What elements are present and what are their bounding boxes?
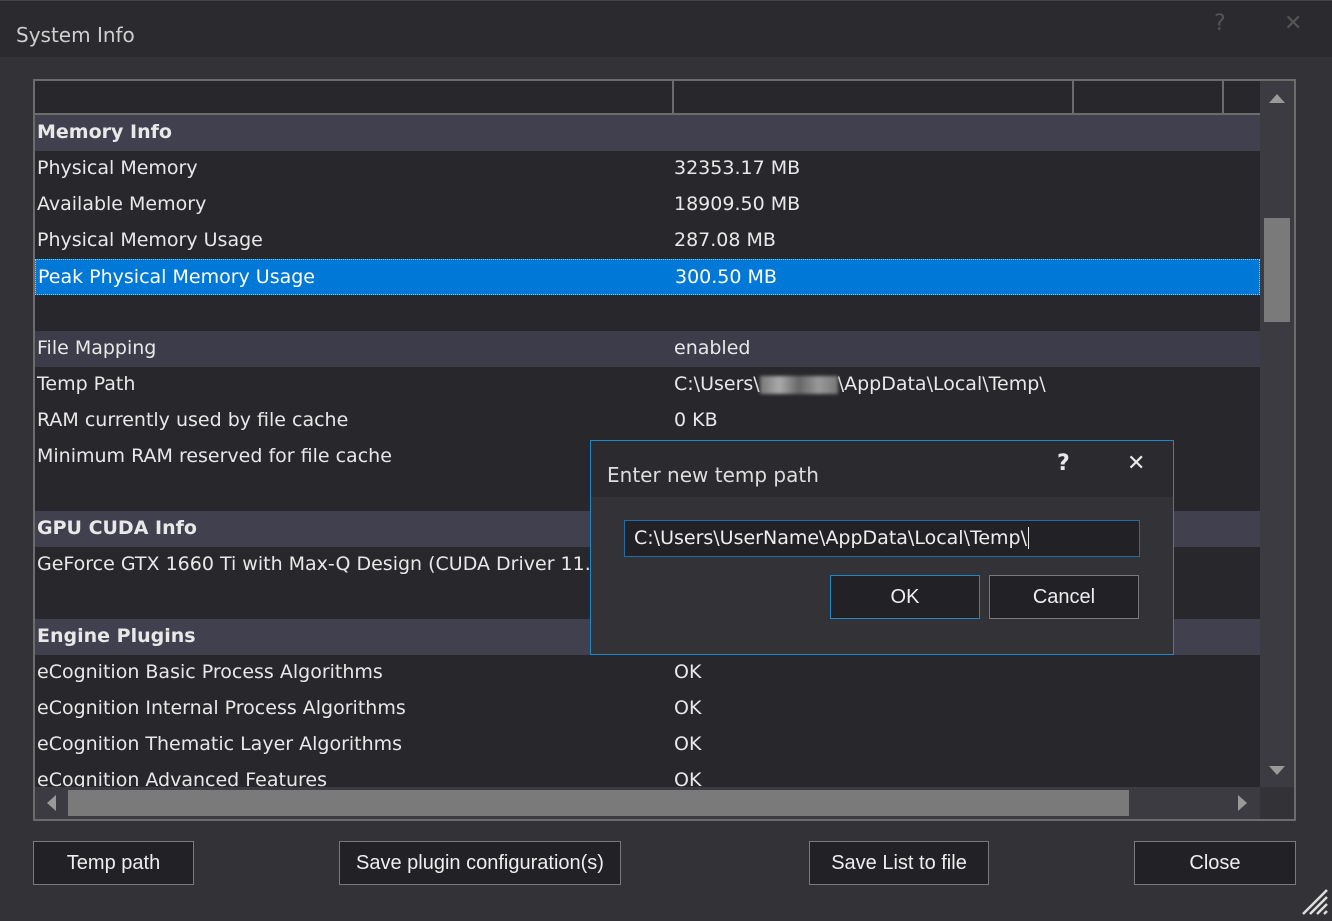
row-label: eCognition Basic Process Algorithms bbox=[37, 661, 383, 683]
temp-path-button[interactable]: Temp path bbox=[33, 841, 194, 885]
table-row[interactable]: eCognition Basic Process Algorithms OK bbox=[35, 655, 1260, 691]
row-value: 0 KB bbox=[674, 409, 718, 431]
row-label: Temp Path bbox=[37, 373, 136, 395]
horizontal-scrollbar[interactable] bbox=[35, 787, 1260, 819]
close-icon[interactable]: ✕ bbox=[1284, 11, 1302, 36]
scroll-down-icon[interactable] bbox=[1269, 766, 1285, 775]
table-row[interactable]: Physical Memory Usage 287.08 MB bbox=[35, 223, 1260, 259]
row-value: 287.08 MB bbox=[674, 229, 776, 251]
dialog-help-icon[interactable]: ? bbox=[1057, 451, 1070, 476]
vertical-scrollbar[interactable] bbox=[1260, 81, 1294, 787]
row-label: Physical Memory Usage bbox=[37, 229, 263, 251]
row-value: enabled bbox=[674, 337, 751, 359]
table-row[interactable]: eCognition Thematic Layer Algorithms OK bbox=[35, 727, 1260, 763]
save-list-to-file-button[interactable]: Save List to file bbox=[809, 841, 989, 885]
resize-grip-icon[interactable] bbox=[1300, 887, 1328, 915]
table-row[interactable]: File Mapping enabled bbox=[35, 331, 1260, 367]
temp-path-input-value: C:\Users\UserName\AppData\Local\Temp\ bbox=[634, 527, 1028, 549]
dialog-title: Enter new temp path bbox=[607, 463, 819, 487]
row-label: GeForce GTX 1660 Ti with Max-Q Design (C… bbox=[37, 553, 603, 575]
table-row[interactable]: Temp Path C:\Users\ \AppData\Local\Temp\ bbox=[35, 367, 1260, 403]
table-row[interactable]: Peak Physical Memory Usage 300.50 MB bbox=[35, 259, 1260, 295]
save-plugin-configuration-button[interactable]: Save plugin configuration(s) bbox=[339, 841, 621, 885]
row-label: Physical Memory bbox=[37, 157, 198, 179]
ok-button[interactable]: OK bbox=[830, 575, 980, 619]
scroll-right-icon[interactable] bbox=[1238, 795, 1247, 811]
row-value: OK bbox=[674, 733, 702, 755]
dialog-title-bar: Enter new temp path ? ✕ bbox=[591, 441, 1173, 497]
window-title: System Info bbox=[16, 23, 135, 47]
table-row[interactable]: eCognition Internal Process Algorithms OK bbox=[35, 691, 1260, 727]
row-label: GPU CUDA Info bbox=[37, 517, 197, 539]
dialog-close-icon[interactable]: ✕ bbox=[1127, 451, 1145, 476]
table-row[interactable]: Physical Memory 32353.17 MB bbox=[35, 151, 1260, 187]
section-header-row[interactable]: Memory Info bbox=[35, 115, 1260, 151]
table-header bbox=[35, 81, 1260, 115]
row-label: eCognition Internal Process Algorithms bbox=[37, 697, 406, 719]
temp-path-input[interactable]: C:\Users\UserName\AppData\Local\Temp\ bbox=[624, 520, 1140, 557]
close-button[interactable]: Close bbox=[1134, 841, 1296, 885]
vertical-scroll-thumb[interactable] bbox=[1264, 218, 1290, 322]
path-suffix: \AppData\Local\Temp\ bbox=[837, 373, 1046, 395]
table-row[interactable]: RAM currently used by file cache 0 KB bbox=[35, 403, 1260, 439]
path-prefix: C:\Users\ bbox=[674, 373, 760, 395]
row-value: 32353.17 MB bbox=[674, 157, 801, 179]
row-label: Minimum RAM reserved for file cache bbox=[37, 445, 392, 467]
row-label: eCognition Thematic Layer Algorithms bbox=[37, 733, 403, 755]
column-header-2[interactable] bbox=[674, 81, 1074, 113]
row-label: File Mapping bbox=[37, 337, 157, 359]
row-value: C:\Users\ \AppData\Local\Temp\ bbox=[674, 367, 1046, 401]
table-row[interactable]: Available Memory 18909.50 MB bbox=[35, 187, 1260, 223]
row-label: Peak Physical Memory Usage bbox=[38, 266, 315, 288]
row-value: 18909.50 MB bbox=[674, 193, 801, 215]
column-header-1[interactable] bbox=[35, 81, 674, 113]
scroll-up-icon[interactable] bbox=[1269, 94, 1285, 103]
scroll-left-icon[interactable] bbox=[47, 795, 56, 811]
row-label: RAM currently used by file cache bbox=[37, 409, 349, 431]
title-bar: System Info ? ✕ bbox=[0, 0, 1332, 57]
row-value: OK bbox=[674, 661, 702, 683]
row-value: 300.50 MB bbox=[675, 266, 777, 288]
text-cursor bbox=[1028, 527, 1030, 549]
table-row[interactable] bbox=[35, 295, 1260, 331]
redacted-username bbox=[759, 375, 838, 394]
column-header-3[interactable] bbox=[1074, 81, 1224, 113]
scrollbar-corner bbox=[1260, 787, 1294, 819]
help-icon[interactable]: ? bbox=[1214, 11, 1226, 36]
temp-path-dialog: Enter new temp path ? ✕ C:\Users\UserNam… bbox=[590, 440, 1174, 655]
row-value: OK bbox=[674, 697, 702, 719]
row-label: Memory Info bbox=[37, 121, 172, 143]
cancel-button[interactable]: Cancel bbox=[989, 575, 1139, 619]
row-label: Available Memory bbox=[37, 193, 207, 215]
horizontal-scroll-thumb[interactable] bbox=[68, 790, 1129, 816]
row-label: Engine Plugins bbox=[37, 625, 196, 647]
